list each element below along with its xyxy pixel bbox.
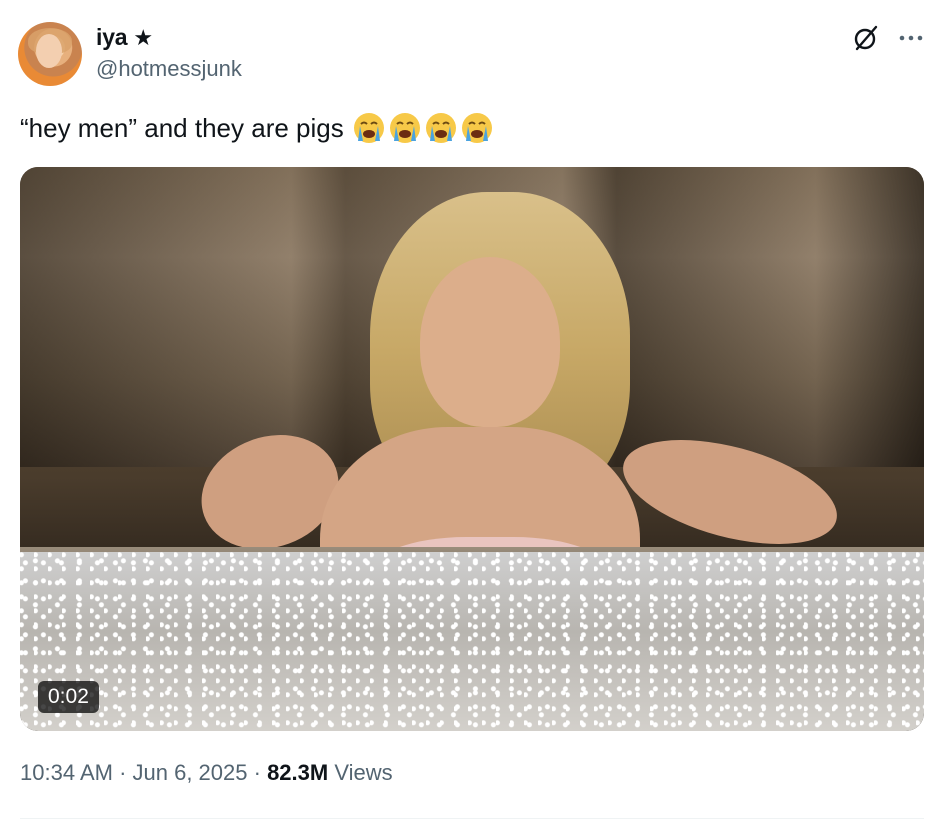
- avatar-face: [36, 34, 62, 68]
- star-icon: ★: [133, 24, 154, 50]
- tweet-text: “hey men” and they are pigs: [20, 110, 494, 146]
- video-frame-bubbles: [20, 552, 924, 731]
- video-player[interactable]: 0:02: [20, 167, 924, 731]
- tweet-text-body: “hey men” and they are pigs: [20, 113, 344, 143]
- author-handle[interactable]: @hotmessjunk: [96, 56, 242, 82]
- views-label: Views: [328, 760, 393, 785]
- emoji-group: [352, 111, 494, 145]
- divider: [20, 818, 924, 819]
- author-name-row: iya ★: [96, 24, 153, 51]
- more-options-icon[interactable]: [896, 24, 926, 52]
- loudly-crying-face-icon: [425, 113, 456, 143]
- views-count[interactable]: 82.3M: [267, 760, 328, 785]
- meta-separator: ·: [247, 760, 268, 785]
- display-name[interactable]: iya: [96, 24, 128, 51]
- loudly-crying-face-icon: [461, 113, 492, 143]
- video-frame-figure-face: [420, 257, 560, 427]
- video-duration-badge: 0:02: [38, 681, 99, 713]
- tweet-date[interactable]: Jun 6, 2025: [133, 760, 248, 785]
- avatar[interactable]: [18, 22, 82, 86]
- meta-separator: ·: [112, 760, 133, 785]
- loudly-crying-face-icon: [353, 113, 384, 143]
- tweet-meta: 10:34 AM · Jun 6, 2025 · 82.3M Views: [20, 760, 393, 786]
- tweet-time[interactable]: 10:34 AM: [20, 760, 113, 785]
- grok-icon[interactable]: [852, 24, 880, 52]
- loudly-crying-face-icon: [389, 113, 420, 143]
